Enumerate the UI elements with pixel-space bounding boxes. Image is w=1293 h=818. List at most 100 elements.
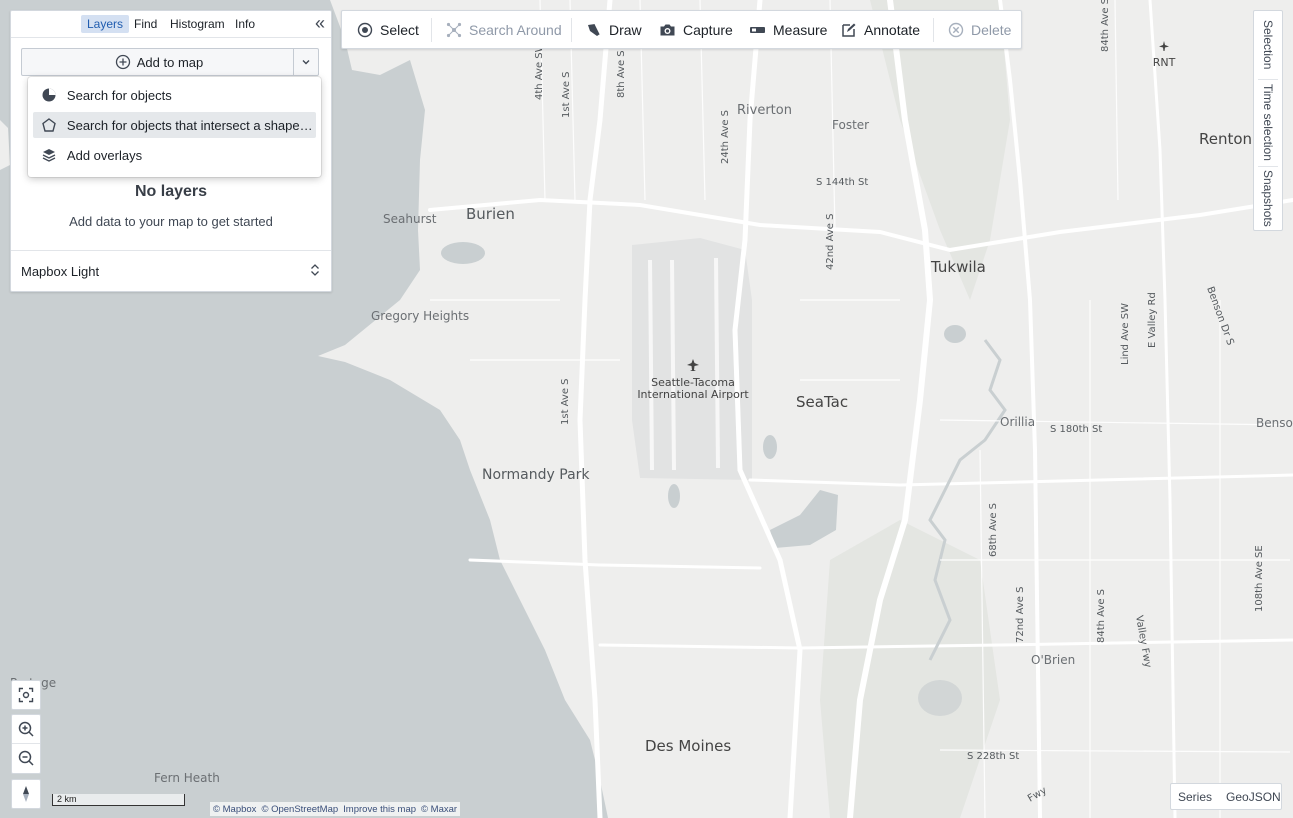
street-s228: S 228th St <box>967 751 1019 762</box>
menu-item-search-intersect-shape[interactable]: Search for objects that intersect a shap… <box>33 112 316 138</box>
street-s144: S 144th St <box>816 177 868 188</box>
place-riverton: Riverton <box>737 103 792 118</box>
rail-tab-snapshots[interactable]: Snapshots <box>1254 168 1282 228</box>
place-des-moines: Des Moines <box>645 737 731 755</box>
menu-item-label: Search for objects that intersect a shap… <box>66 117 313 133</box>
empty-state-title: No layers <box>134 183 208 200</box>
add-to-map-button[interactable]: Add to map <box>22 49 296 75</box>
draw-label: Draw <box>609 21 642 38</box>
add-to-map-button-group: Add to map <box>21 48 319 76</box>
menu-item-label: Search for objects <box>66 87 172 103</box>
place-rnt: RNT <box>1153 56 1176 69</box>
compass-control <box>11 779 41 809</box>
tab-layers[interactable]: Layers <box>81 15 130 33</box>
tab-find[interactable]: Find <box>128 15 163 33</box>
attribution-mapbox-link[interactable]: © Mapbox <box>213 804 256 815</box>
place-obrien: O'Brien <box>1031 653 1075 667</box>
delete-circle-x-icon <box>948 22 964 37</box>
street-42nd-ave-s: 42nd Ave S <box>825 214 836 270</box>
tab-series[interactable]: Series <box>1171 790 1219 804</box>
map-attribution: © Mapbox © OpenStreetMap Improve this ma… <box>210 802 461 816</box>
panel-tabs: Layers Find Histogram Info « <box>11 11 331 38</box>
street-4th-ave-sw: 4th Ave SW <box>534 42 545 100</box>
scale-label: 2 km <box>57 794 77 804</box>
street-1st-ave-s-south: 1st Ave S <box>560 378 571 425</box>
layers-icon <box>42 149 56 162</box>
street-24th-ave-s: 24th Ave S <box>720 110 731 164</box>
place-seatac: SeaTac <box>796 393 848 411</box>
search-around-label: Search Around <box>469 21 562 38</box>
empty-state-subtitle: Add data to your map to get started <box>69 214 273 229</box>
polygon-icon <box>42 118 56 132</box>
compass-icon <box>23 786 29 802</box>
street-s180: S 180th St <box>1050 424 1102 435</box>
place-foster: Foster <box>832 118 869 132</box>
capture-button[interactable]: Capture <box>659 11 733 48</box>
place-orillia: Orillia <box>1000 415 1035 429</box>
place-gregory-heights: Gregory Heights <box>371 309 469 323</box>
street-e-valley-rd: E Valley Rd <box>1147 292 1158 348</box>
street-72nd-ave-s: 72nd Ave S <box>1015 587 1026 643</box>
chevron-down-icon <box>302 60 310 65</box>
rail-tab-time-selection[interactable]: Time selection <box>1254 81 1282 163</box>
draw-button[interactable]: Draw <box>586 11 642 48</box>
annotate-label: Annotate <box>864 21 921 38</box>
street-lind-ave-sw: Lind Ave SW <box>1120 303 1131 365</box>
select-label: Select <box>380 21 419 38</box>
double-caret-icon <box>311 264 319 276</box>
fit-bounds-button[interactable] <box>12 681 40 709</box>
menu-item-label: Add overlays <box>66 147 143 163</box>
place-normandy-park: Normandy Park <box>482 467 590 483</box>
tab-geojson[interactable]: GeoJSON <box>1219 790 1288 804</box>
annotate-button[interactable]: Annotate <box>841 11 920 48</box>
attribution-maxar-link[interactable]: © Maxar <box>421 804 457 815</box>
zoom-controls <box>11 714 41 774</box>
select-button[interactable]: Select <box>357 11 419 48</box>
basemap-label: Mapbox Light <box>21 264 100 279</box>
fit-bounds-icon <box>18 687 34 703</box>
select-target-icon <box>357 22 373 37</box>
search-around-button[interactable]: Search Around <box>446 11 562 48</box>
street-84th-ave-s-south: 84th Ave S <box>1096 589 1107 643</box>
add-to-map-label: Add to map <box>136 54 204 70</box>
reset-north-button[interactable] <box>12 780 40 808</box>
delete-label: Delete <box>971 21 1012 38</box>
attribution-improve-link[interactable]: Improve this map <box>343 804 416 815</box>
delete-button[interactable]: Delete <box>948 11 1011 48</box>
zoom-out-button[interactable] <box>12 744 40 772</box>
airport-label-line2: International Airport <box>637 388 749 401</box>
place-renton: Renton <box>1199 130 1252 148</box>
basemap-selector[interactable]: Mapbox Light <box>11 250 331 292</box>
ruler-icon <box>750 26 765 33</box>
place-burien: Burien <box>466 205 515 223</box>
collapse-panel-icon[interactable]: « <box>315 14 325 32</box>
place-tukwila: Tukwila <box>930 258 986 276</box>
search-around-icon <box>446 22 462 37</box>
tab-info[interactable]: Info <box>229 15 261 33</box>
attribution-osm-link[interactable]: © OpenStreetMap <box>261 804 338 815</box>
add-to-map-dropdown-toggle[interactable] <box>293 49 318 75</box>
place-benson: Benso <box>1256 416 1293 430</box>
place-fern-heath: Fern Heath <box>154 771 220 785</box>
map-toolbar: Select Search Around Draw Capture Measur… <box>341 10 1022 49</box>
menu-item-search-objects[interactable]: Search for objects <box>33 82 316 108</box>
fit-bounds-control <box>11 680 41 710</box>
rail-tab-selection[interactable]: Selection <box>1254 15 1282 75</box>
annotate-edit-icon <box>842 23 856 37</box>
bottom-tabs: Series GeoJSON <box>1170 783 1282 810</box>
zoom-in-button[interactable] <box>12 715 40 743</box>
plus-circle-icon <box>115 54 130 70</box>
street-108th-ave-se: 108th Ave SE <box>1254 545 1265 612</box>
menu-item-add-overlays[interactable]: Add overlays <box>33 142 316 168</box>
street-84th-ave-s-north: 84th Ave S <box>1100 0 1111 52</box>
object-search-icon <box>42 88 56 102</box>
zoom-out-icon <box>18 750 34 766</box>
capture-label: Capture <box>683 21 733 38</box>
measure-label: Measure <box>773 21 828 38</box>
scale-bar: 2 km <box>52 794 185 806</box>
measure-button[interactable]: Measure <box>749 11 827 48</box>
add-to-map-menu: Search for objects Search for objects th… <box>28 77 321 177</box>
camera-icon <box>660 24 675 35</box>
tab-histogram[interactable]: Histogram <box>164 15 231 33</box>
right-rail: Selection Time selection Snapshots <box>1253 10 1283 231</box>
